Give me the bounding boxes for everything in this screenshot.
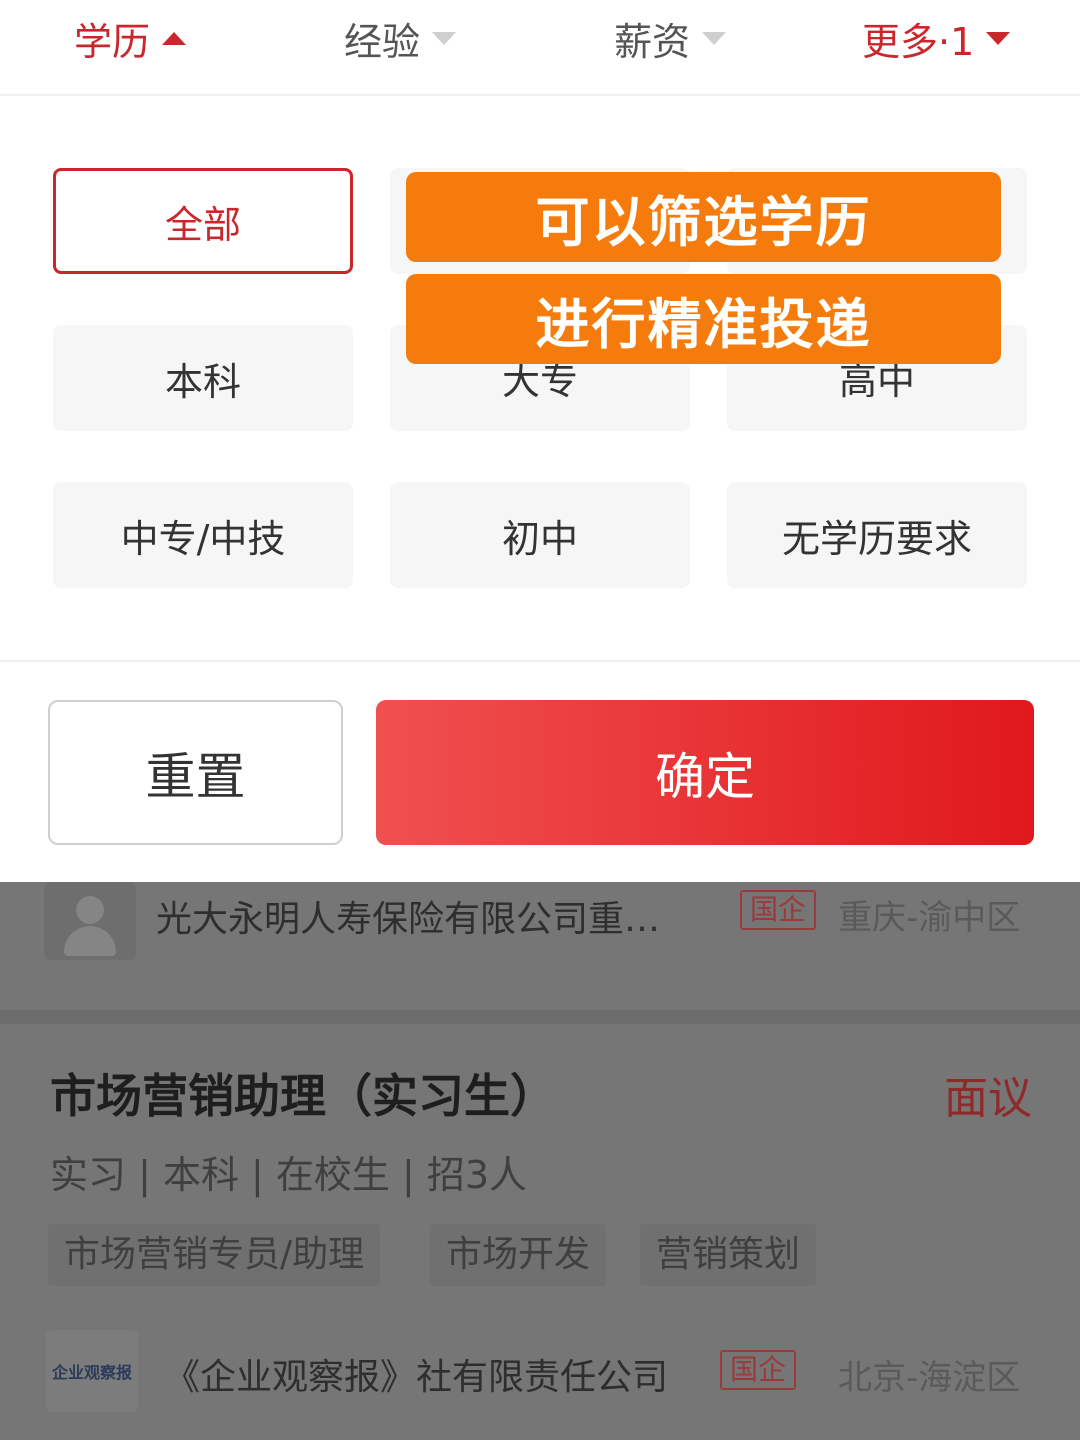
tab-education-label: 学历 xyxy=(74,19,151,64)
caret-down-icon xyxy=(432,31,457,45)
caret-down-icon xyxy=(702,31,727,45)
option-vocational[interactable]: 中专/中技 xyxy=(53,482,353,588)
job-salary: 面议 xyxy=(944,1073,1032,1124)
dimmed-job-list[interactable]: 光大永明人寿保险有限公司重… 国企 重庆-渝中区 市场营销助理（实习生） 面议 … xyxy=(0,882,1080,1440)
list-separator xyxy=(0,1010,1080,1024)
caption-precise-delivery: 进行精准投递 xyxy=(406,274,1001,364)
state-owned-badge: 国企 xyxy=(720,1350,797,1390)
tab-more[interactable]: 更多·1 xyxy=(862,8,1011,68)
tab-experience-label: 经验 xyxy=(344,19,421,64)
company-logo: 企业观察报 xyxy=(46,1330,138,1412)
tab-education[interactable]: 学历 xyxy=(74,8,187,68)
caret-down-icon xyxy=(986,31,1011,45)
job-tag: 市场开发 xyxy=(430,1224,607,1286)
confirm-button[interactable]: 确定 xyxy=(376,700,1034,845)
company-location: 重庆-渝中区 xyxy=(838,898,1021,938)
job-title[interactable]: 市场营销助理（实习生） xyxy=(50,1060,556,1126)
job-meta: 实习 | 本科 | 在校生 | 招3人 xyxy=(50,1153,528,1197)
tab-salary[interactable]: 薪资 xyxy=(614,8,727,68)
caption-filter-education: 可以筛选学历 xyxy=(406,172,1001,262)
tab-more-label: 更多·1 xyxy=(862,19,975,64)
filter-tab-bar: 学历 经验 薪资 更多·1 xyxy=(0,0,1080,96)
option-junior-high[interactable]: 初中 xyxy=(390,482,690,588)
divider xyxy=(0,660,1080,662)
option-all[interactable]: 全部 xyxy=(53,168,353,274)
company-name: 《企业观察报》社有限责任公司 xyxy=(164,1357,669,1398)
reset-button[interactable]: 重置 xyxy=(48,700,343,845)
tab-salary-label: 薪资 xyxy=(614,19,691,64)
company-avatar-icon xyxy=(44,882,136,960)
company-location: 北京-海淀区 xyxy=(838,1358,1021,1398)
option-no-requirement[interactable]: 无学历要求 xyxy=(727,482,1027,588)
company-name: 光大永明人寿保险有限公司重… xyxy=(156,899,661,940)
job-tag: 市场营销专员/助理 xyxy=(48,1224,381,1286)
caret-up-icon xyxy=(162,31,187,45)
tab-experience[interactable]: 经验 xyxy=(344,8,457,68)
option-bachelor[interactable]: 本科 xyxy=(53,325,353,431)
job-tag: 营销策划 xyxy=(640,1224,817,1286)
state-owned-badge: 国企 xyxy=(740,890,817,930)
